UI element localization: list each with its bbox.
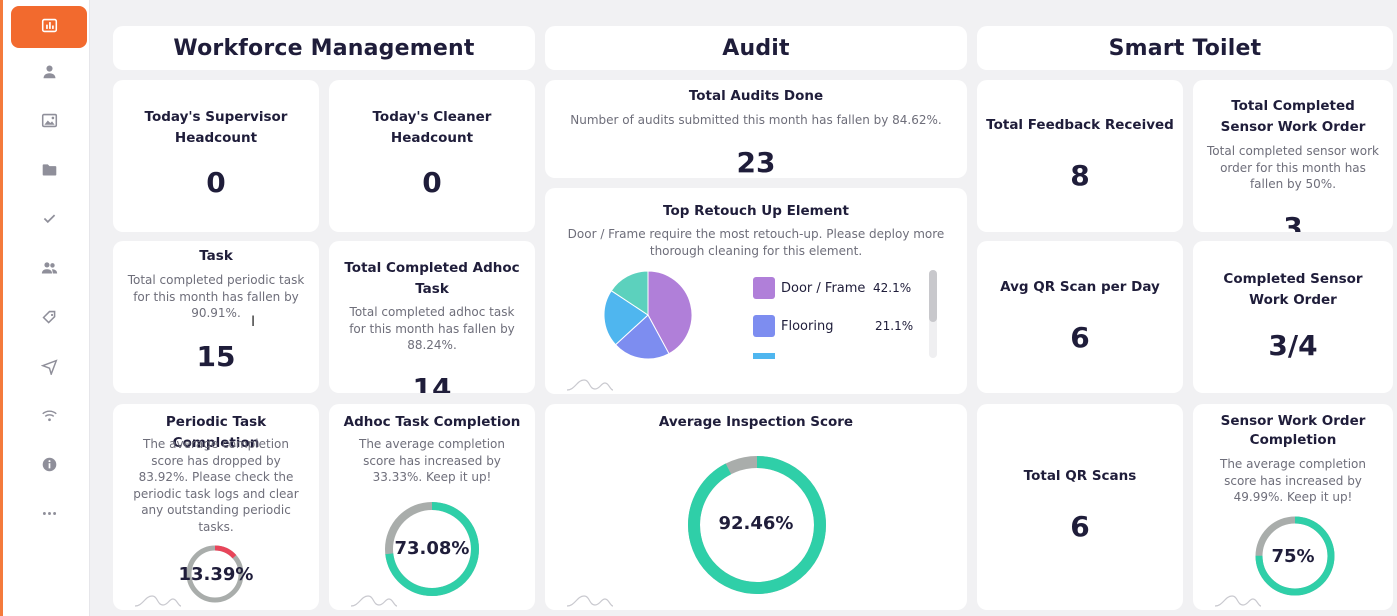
card-value: 23 bbox=[736, 146, 776, 179]
card-title: Total Feedback Received bbox=[986, 117, 1174, 133]
folder-icon bbox=[41, 161, 58, 182]
sidebar-item-send[interactable] bbox=[11, 347, 87, 389]
scrollbar-thumb[interactable] bbox=[929, 270, 937, 322]
card-title: Total Audits Done bbox=[688, 88, 824, 104]
card-title: Today's Supervisor Headcount bbox=[144, 109, 288, 146]
sparkline-icon bbox=[567, 595, 613, 607]
image-icon bbox=[41, 112, 58, 133]
card-value: 8 bbox=[1070, 159, 1090, 192]
card-description: The average completion score has dropped… bbox=[133, 437, 299, 534]
completed-sensor-card[interactable]: Completed Sensor Work Order 3/4 bbox=[1193, 241, 1393, 393]
card-title: Adhoc Task Completion bbox=[343, 414, 521, 430]
card-description: The average completion score has increas… bbox=[358, 437, 506, 484]
text-cursor-icon: I bbox=[251, 314, 256, 330]
qr-per-day-card[interactable]: Avg QR Scan per Day 6 bbox=[977, 241, 1183, 393]
sidebar-item-check[interactable] bbox=[11, 199, 87, 241]
card-title: Total QR Scans bbox=[1023, 468, 1137, 484]
legend-item: Door / Frame 42.1% bbox=[753, 277, 911, 299]
card-title: Average Inspection Score bbox=[658, 414, 854, 430]
card-description: The average completion score has increas… bbox=[1219, 457, 1367, 504]
donut-value: 73.08% bbox=[394, 538, 470, 559]
sparkline-icon bbox=[567, 379, 613, 391]
legend-scrollbar[interactable] bbox=[929, 270, 937, 358]
wifi-icon bbox=[41, 407, 58, 428]
sidebar-item-user[interactable] bbox=[11, 52, 87, 94]
info-icon bbox=[41, 456, 58, 477]
sidebar-item-gallery[interactable] bbox=[11, 101, 87, 143]
card-title: Task bbox=[199, 248, 233, 264]
legend-percent: 21.1% bbox=[875, 319, 914, 333]
card-description: Number of audits submitted this month ha… bbox=[570, 113, 942, 127]
inspection-score-card[interactable]: Average Inspection Score 92.46% bbox=[545, 404, 967, 610]
legend-label: Flooring bbox=[781, 318, 834, 334]
card-description: Total completed sensor work order for th… bbox=[1207, 144, 1379, 191]
total-audits-card[interactable]: Total Audits Done Number of audits submi… bbox=[545, 80, 967, 179]
adhoc-completion-card[interactable]: Adhoc Task Completion The average comple… bbox=[329, 404, 535, 610]
supervisor-headcount-card[interactable]: Today's Supervisor Headcount 0 bbox=[113, 80, 319, 232]
card-value: 6 bbox=[1070, 321, 1090, 354]
card-title: Total Completed Adhoc Task bbox=[344, 260, 520, 297]
card-title: Today's Cleaner Headcount bbox=[372, 109, 492, 146]
card-description: Door / Frame require the most retouch-up… bbox=[567, 227, 945, 258]
card-title: Total Completed Sensor Work Order bbox=[1220, 98, 1366, 135]
legend-swatch bbox=[753, 277, 775, 299]
user-icon bbox=[41, 63, 58, 84]
legend-swatch bbox=[753, 353, 775, 359]
legend-percent: 42.1% bbox=[873, 281, 912, 295]
periodic-completion-card[interactable]: Periodic Task Completion The average com… bbox=[113, 404, 319, 610]
card-description: Total completed periodic task for this m… bbox=[127, 273, 305, 320]
card-description: Total completed adhoc task for this mont… bbox=[349, 305, 515, 352]
tag-icon bbox=[41, 309, 58, 330]
sidebar-item-folder[interactable] bbox=[11, 150, 87, 192]
donut-value: 92.46% bbox=[718, 513, 794, 534]
card-value: 0 bbox=[422, 166, 442, 199]
send-icon bbox=[40, 358, 58, 379]
card-value: 14 bbox=[412, 372, 452, 393]
card-value: 3 bbox=[1283, 211, 1303, 232]
legend-item bbox=[753, 353, 781, 359]
sidebar-item-info[interactable] bbox=[11, 445, 87, 487]
retouch-card[interactable]: Top Retouch Up Element Door / Frame requ… bbox=[545, 188, 967, 394]
card-value: 15 bbox=[196, 340, 236, 373]
adhoc-task-card[interactable]: Total Completed Adhoc Task Total complet… bbox=[329, 241, 535, 393]
sidebar-item-more[interactable] bbox=[11, 494, 87, 536]
retouch-pie-chart bbox=[603, 270, 693, 360]
sidebar-item-wifi[interactable] bbox=[11, 396, 87, 438]
sparkline-icon bbox=[135, 595, 181, 607]
users-icon bbox=[41, 259, 58, 280]
sensor-work-order-card[interactable]: Total Completed Sensor Work Order Total … bbox=[1193, 80, 1393, 232]
card-title: Sensor Work Order Completion bbox=[1220, 413, 1366, 448]
more-icon bbox=[41, 505, 58, 526]
legend-item: Flooring 21.1% bbox=[753, 315, 913, 337]
sidebar-item-tag[interactable] bbox=[11, 298, 87, 340]
periodic-task-card[interactable]: Task Total completed periodic task for t… bbox=[113, 241, 319, 393]
sparkline-icon bbox=[1215, 595, 1261, 607]
legend-label: Door / Frame bbox=[781, 280, 866, 296]
section-title-audit: Audit bbox=[545, 26, 967, 70]
bar-chart-icon bbox=[41, 17, 58, 38]
donut-value: 13.39% bbox=[178, 564, 254, 585]
card-title: Completed Sensor Work Order bbox=[1223, 271, 1363, 308]
sidebar-item-dashboard[interactable] bbox=[11, 6, 87, 48]
legend-swatch bbox=[753, 315, 775, 337]
section-title-smart-toilet: Smart Toilet bbox=[977, 26, 1393, 70]
section-title-workforce: Workforce Management bbox=[113, 26, 535, 70]
card-value: 3/4 bbox=[1268, 329, 1318, 362]
total-qr-card[interactable]: Total QR Scans 6 bbox=[977, 404, 1183, 610]
card-value: 6 bbox=[1070, 510, 1090, 543]
card-title: Top Retouch Up Element bbox=[663, 203, 849, 219]
card-title: Avg QR Scan per Day bbox=[1000, 279, 1160, 295]
sensor-completion-card[interactable]: Sensor Work Order Completion The average… bbox=[1193, 404, 1393, 610]
feedback-card[interactable]: Total Feedback Received 8 bbox=[977, 80, 1183, 232]
sidebar bbox=[3, 0, 90, 616]
card-value: 0 bbox=[206, 166, 226, 199]
sparkline-icon bbox=[351, 595, 397, 607]
check-icon bbox=[41, 210, 58, 231]
sidebar-item-users[interactable] bbox=[11, 248, 87, 290]
donut-value: 75% bbox=[1271, 546, 1315, 567]
cleaner-headcount-card[interactable]: Today's Cleaner Headcount 0 bbox=[329, 80, 535, 232]
